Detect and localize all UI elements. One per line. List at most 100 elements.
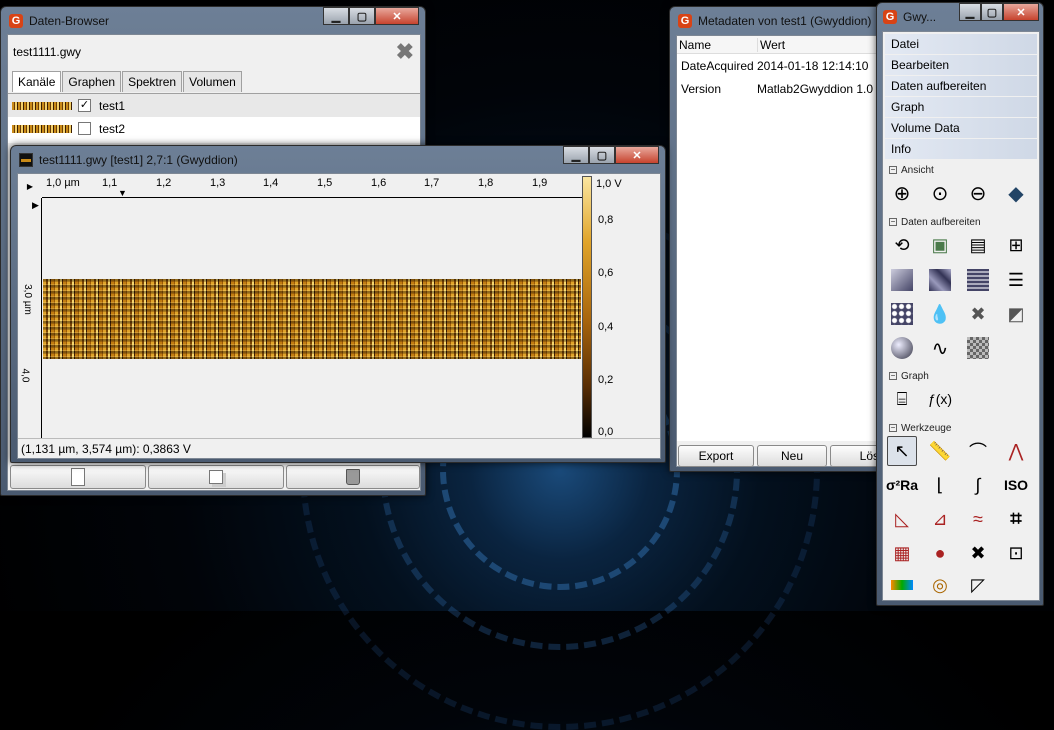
selection-manager-tool-button[interactable]: ◸ [963,570,993,600]
maximize-button[interactable]: ▢ [349,7,375,25]
tab-channels[interactable]: Kanäle [12,71,62,92]
section-label: Werkzeuge [901,422,952,434]
maximize-button[interactable]: ▢ [589,146,615,164]
line-level-tool-button[interactable]: ⊿ [925,504,955,534]
channel-visible-checkbox[interactable] [78,122,91,135]
menu-volume-data[interactable]: Volume Data [885,118,1037,138]
section-graph-header[interactable]: − Graph [885,368,929,384]
tab-graphs[interactable]: Graphen [62,71,122,92]
close-button[interactable]: ✕ [1003,3,1039,21]
zoom-1-1-button[interactable]: ⊙ [925,178,955,208]
new-button[interactable]: Neu [757,445,827,467]
metadata-titlebar[interactable]: G Metadaten von test1 (Gwyddion) [670,7,888,34]
export-button[interactable]: Export [678,445,754,467]
ruler-tick-label: 1,3 [210,177,226,189]
spot-remover-tool-button[interactable]: ● [925,538,955,568]
toolbox-window: G Gwy... ▁ ▢ ✕ Datei Bearbeiten Daten au… [876,2,1044,606]
duplicate-button[interactable] [148,465,284,489]
minimize-button[interactable]: ▁ [323,7,349,25]
fft-button[interactable]: ◩ [1001,299,1031,329]
rotate-button[interactable]: ⟲ [887,230,917,260]
tab-spectra[interactable]: Spektren [122,71,183,92]
facet-button[interactable] [925,265,955,295]
data-image[interactable] [43,279,581,359]
close-button[interactable]: ✕ [615,146,659,164]
new-file-button[interactable] [10,465,146,489]
channel-thumb-stripe [21,158,31,162]
table-row[interactable]: DateAcquired 2014-01-18 12:14:10 [677,54,883,77]
grains-button[interactable] [887,299,917,329]
menu-data-process[interactable]: Daten aufbereiten [885,76,1037,96]
tab-volumes[interactable]: Volumen [183,71,242,92]
table-row[interactable]: Version Matlab2Gwyddion 1.0 [677,77,883,100]
mark-grains-button[interactable]: ✖ [963,299,993,329]
selection-icon: ◸ [971,574,985,595]
read-value-icon: ⊡ [1008,542,1024,563]
level-button[interactable]: ▤ [963,230,993,260]
minimize-button[interactable]: ▁ [563,146,589,164]
copy-icon [209,470,223,484]
distance-tool-button[interactable]: 📏 [925,436,955,466]
close-file-icon[interactable]: ✖ [396,39,414,65]
channel-visible-checkbox[interactable]: ✓ [78,99,91,112]
image-canvas[interactable] [43,199,581,439]
delete-button[interactable] [286,465,420,489]
cursor-marker-icon: ▶ [32,200,39,210]
scale-icon: ▣ [931,234,949,255]
zoom-in-icon: ⊕ [893,182,911,205]
close-button[interactable]: ✕ [375,7,419,25]
menu-file[interactable]: Datei [885,34,1037,54]
column-header-value[interactable]: Wert [757,37,785,52]
menu-graph[interactable]: Graph [885,97,1037,117]
cursor-readout: (1,131 µm, 3,574 µm): 0,3863 V [21,441,191,456]
line-correct-button[interactable] [963,265,993,295]
channel-row[interactable]: test2 [8,117,420,140]
filter-tool-button[interactable]: ◎ [925,570,955,600]
maximize-button[interactable]: ▢ [981,3,1003,21]
zoom-in-button[interactable]: ⊕ [887,178,917,208]
section-view-header[interactable]: − Ansicht [885,162,934,178]
crop-resize-button[interactable]: ▣ [925,230,955,260]
grain-remove-icon: ✖ [970,542,986,563]
channel-row[interactable]: ✓ test1 [8,94,420,117]
iso-tool-button[interactable]: ISO [1001,470,1031,500]
read-value-tool-button[interactable]: ⊡ [1001,538,1031,568]
profile-tool-button[interactable]: ⌒ [963,436,993,466]
iso-icon: ISO [1003,477,1029,493]
line-level-icon: ⊿ [932,508,948,529]
column-header-name[interactable]: Name [677,38,757,52]
color-range-tool-button[interactable] [887,570,917,600]
menu-info[interactable]: Info [885,139,1037,159]
minimize-button[interactable]: ▁ [959,3,981,21]
angle-tool-button[interactable]: ◺ [887,504,917,534]
pointer-tool-button[interactable]: ↖ [887,436,917,466]
sphere-button[interactable] [887,333,917,363]
grain-remover-tool-button[interactable]: ✖ [963,538,993,568]
section-tools-header[interactable]: − Werkzeuge [885,420,951,436]
section-data-process-header[interactable]: − Daten aufbereiten [885,214,981,230]
mask-editor-tool-button[interactable]: ▦ [887,538,917,568]
stats-button[interactable]: ⊞ [1001,230,1031,260]
mask-button[interactable] [963,333,993,363]
path-level-tool-button[interactable]: ≈ [963,504,993,534]
stats-tool-button[interactable]: σ²Ra [886,470,918,500]
collapse-icon: − [889,371,897,380]
crop-tool-button[interactable]: ⌗ [1001,504,1031,534]
spectro-tool-button[interactable]: ⋀ [1001,436,1031,466]
gwyddion-app-icon: G [678,13,692,28]
menu-edit[interactable]: Bearbeiten [885,55,1037,75]
watershed-button[interactable]: 💧 [925,299,955,329]
graph-measure-button[interactable]: ⌸ [887,384,917,414]
roughness-tool-button[interactable]: ⌊ [925,470,955,500]
plane-level-button[interactable] [887,265,917,295]
3d-view-button[interactable]: ◆ [1001,178,1031,208]
sfunctions-tool-button[interactable]: ∫ [963,470,993,500]
zoom-out-button[interactable]: ⊖ [963,178,993,208]
curvature-button[interactable]: ∿ [925,333,955,363]
graph-fit-button[interactable]: ƒ(x) [925,384,955,414]
horizontal-ruler: 1,0 µm 1,1 1,2 1,3 1,4 1,5 1,6 1,7 1,8 1… [42,174,582,198]
scars-button[interactable]: ☰ [1001,265,1031,295]
stats-icon: ⊞ [1008,234,1024,255]
gwyddion-app-icon: G [883,9,897,24]
ruler-tick-label: 1,2 [156,177,172,189]
